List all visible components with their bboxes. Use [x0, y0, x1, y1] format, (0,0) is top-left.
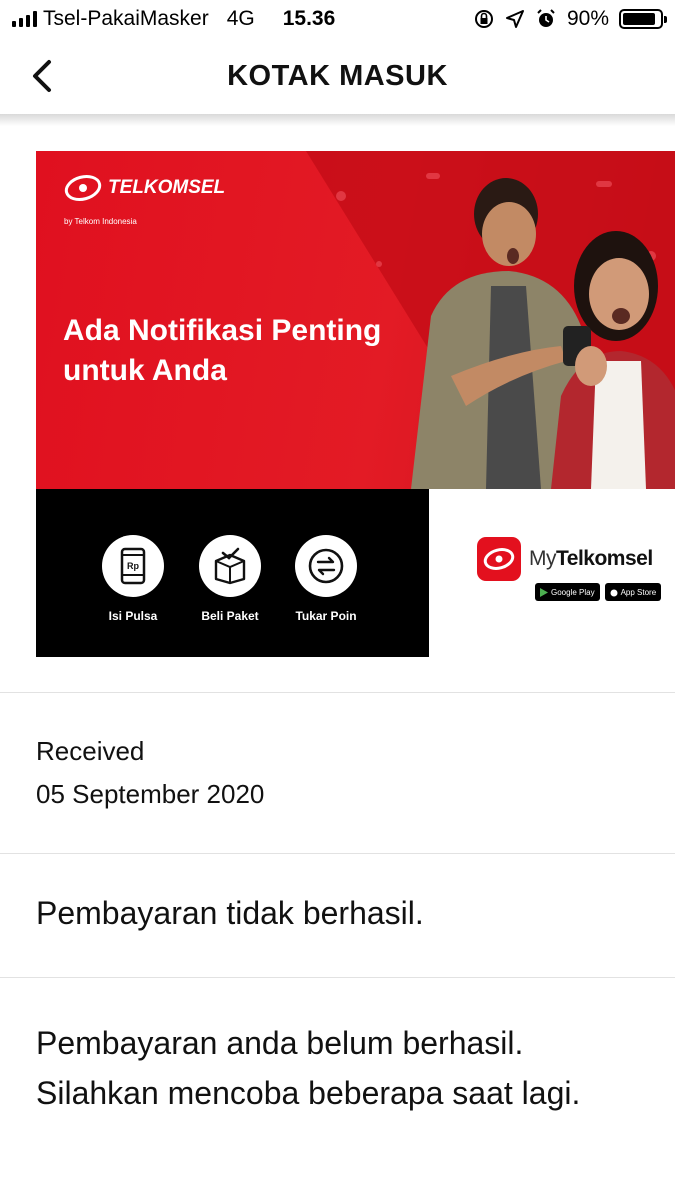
- banner-headline: Ada Notifikasi Penting untuk Anda: [63, 311, 443, 391]
- brand-name: TELKOMSEL: [108, 177, 226, 198]
- feature-label: Isi Pulsa: [108, 609, 158, 623]
- received-date: 05 September 2020: [36, 779, 265, 809]
- battery-icon: [619, 9, 667, 29]
- navigation-bar: KOTAK MASUK: [0, 38, 675, 114]
- google-play-badge[interactable]: Google Play: [535, 583, 600, 601]
- app-name-bold: Telkomsel: [556, 547, 653, 570]
- feature-label: Tukar Poin: [295, 609, 357, 623]
- feature-icon-circle: Rp: [102, 535, 164, 597]
- divider: [0, 853, 675, 854]
- network-type: 4G: [226, 7, 255, 30]
- feature-label: Beli Paket: [201, 609, 259, 623]
- battery-percent: 90%: [566, 7, 609, 30]
- telkomsel-logo: TELKOMSEL: [64, 173, 225, 203]
- message-body: Pembayaran anda belum berhasil. Silahkan…: [36, 1018, 656, 1118]
- store-badges: Google Play App Store: [535, 583, 662, 601]
- confetti-dot: [336, 191, 346, 201]
- exchange-arrows-icon: [308, 548, 344, 584]
- chevron-left-icon: [33, 60, 51, 92]
- feature-icon-circle: [199, 535, 261, 597]
- apple-icon: [610, 589, 618, 596]
- phone-rp-icon: Rp: [120, 547, 146, 585]
- promo-banner[interactable]: TELKOMSEL by Telkom Indonesia Ada Notifi…: [36, 151, 675, 657]
- feature-icon-circle: [295, 535, 357, 597]
- signal-icon: [12, 11, 37, 27]
- status-bar: Tsel-PakaiMasker 4G 15.36 90%: [0, 0, 675, 38]
- message-body-line-2: Silahkan mencoba beberapa saat lagi.: [36, 1075, 581, 1111]
- page-title: KOTAK MASUK: [227, 59, 448, 92]
- location-arrow-icon: [505, 10, 524, 28]
- mytelkomsel-logo: MyTelkomsel: [477, 537, 653, 581]
- message-body-line-1: Pembayaran anda belum berhasil.: [36, 1025, 524, 1061]
- divider: [0, 692, 675, 693]
- nav-shadow: [0, 114, 675, 126]
- svg-text:Rp: Rp: [127, 561, 139, 571]
- banner-red-background: TELKOMSEL by Telkom Indonesia Ada Notifi…: [36, 151, 675, 489]
- confetti-dot: [376, 261, 382, 267]
- message-subject: Pembayaran tidak berhasil.: [36, 895, 424, 931]
- battery-fill: [623, 13, 656, 25]
- status-time: 15.36: [282, 7, 336, 30]
- app-store-badge[interactable]: App Store: [604, 583, 662, 601]
- feature-isi-pulsa[interactable]: Rp Isi Pulsa: [93, 535, 173, 623]
- brand-subtitle: by Telkom Indonesia: [64, 217, 137, 226]
- app-store-label: App Store: [620, 587, 657, 597]
- feature-beli-paket[interactable]: Beli Paket: [190, 535, 270, 623]
- telkomsel-swirl-icon: [64, 174, 102, 202]
- banner-app-panel: MyTelkomsel Google Play App Store: [429, 489, 675, 657]
- google-play-label: Google Play: [551, 587, 595, 597]
- headline-line-2: untuk Anda: [63, 354, 227, 387]
- package-box-icon: [214, 547, 246, 585]
- banner-features-panel: Rp Isi Pulsa Beli Paket Tukar Poin: [36, 489, 429, 657]
- app-name: MyTelkomsel: [529, 547, 653, 571]
- app-name-prefix: My: [529, 547, 557, 570]
- people-photo: [411, 178, 675, 489]
- alarm-icon: [537, 9, 555, 27]
- back-button[interactable]: [22, 56, 62, 96]
- rotation-lock-icon: [474, 10, 493, 28]
- received-label: Received: [36, 736, 145, 766]
- mytelkomsel-app-icon: [477, 537, 521, 581]
- carrier-name: Tsel-PakaiMasker: [43, 7, 209, 30]
- play-store-icon: [540, 587, 548, 597]
- headline-line-1: Ada Notifikasi Penting: [63, 314, 382, 347]
- divider: [0, 977, 675, 978]
- feature-tukar-poin[interactable]: Tukar Poin: [286, 535, 366, 623]
